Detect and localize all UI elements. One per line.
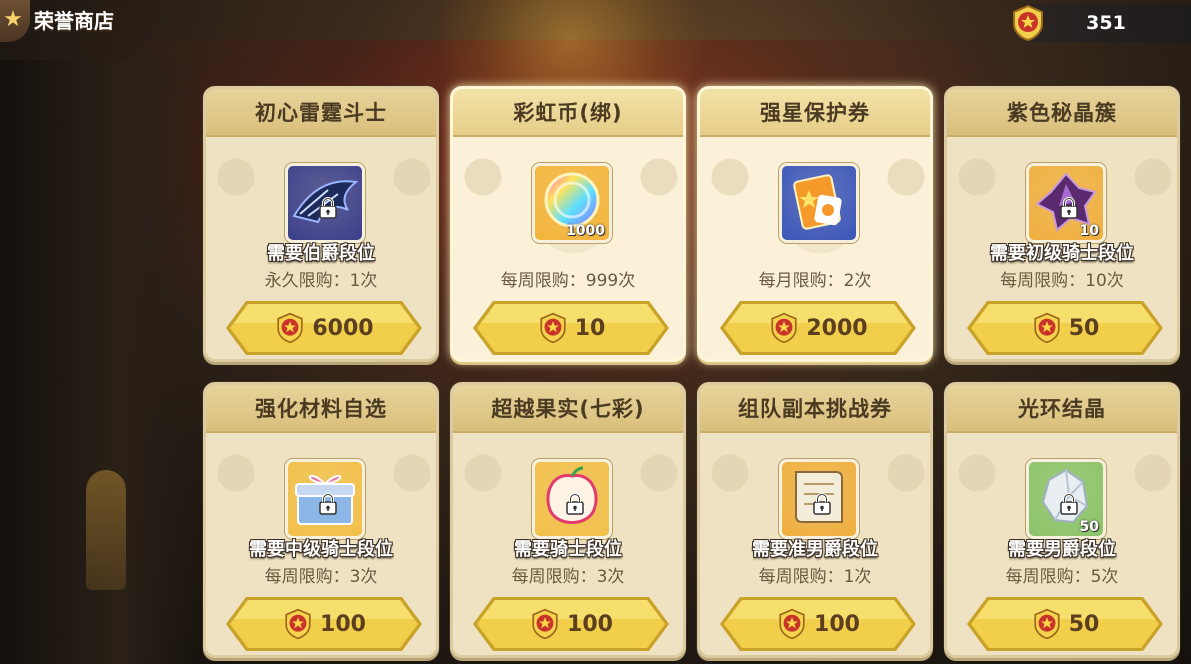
shop-item-purchase-limit: 每月限购：2次 [758,271,872,291]
lock-icon [813,493,831,515]
shop-item-purchase-limit: 每周限购：3次 [511,567,625,587]
star-protect-ticket-icon [793,174,842,230]
shop-item-name: 超越果实(七彩) [491,397,645,421]
shop-item-requirement: 需要伯爵段位 [267,243,375,264]
shop-item-card[interactable]: 组队副本挑战券 需要准男爵段位 每周限购：1次 100 [697,382,933,658]
shop-item-name: 彩虹币(绑) [513,101,623,125]
shop-item-header: 组队副本挑战券 [700,385,930,433]
shop-item-card[interactable]: 超越果实(七彩) 需要骑士段位 每周限购：3次 100 [450,382,686,658]
shop-item-icon-box[interactable]: 50 [1026,459,1106,539]
page-title: 荣誉商店 [34,9,114,33]
shop-item-icon-box[interactable]: 10 [1026,163,1106,243]
shop-item-header: 超越果实(七彩) [453,385,683,433]
honor-medal-icon [540,312,566,344]
shop-item-purchase-limit: 每周限购：999次 [500,271,636,291]
shop-item-card[interactable]: 强化材料自选 需要中级骑士段位 每周限购：3次 100 [203,382,439,658]
shop-item-icon-box[interactable] [532,459,612,539]
shop-item-purchase-limit: 每周限购：3次 [264,567,378,587]
shop-item-icon-box[interactable] [779,163,859,243]
shop-item-icon-box[interactable]: 1000 [532,163,612,243]
honor-medal-icon [277,312,304,344]
buy-button-price: 100 [320,611,366,637]
buy-button-price: 100 [814,611,860,637]
shop-item-header: 紫色秘晶簇 [947,89,1177,137]
honor-medal-icon [779,608,805,640]
honor-medal-icon [1034,608,1060,640]
shop-item-header: 初心雷霆斗士 [206,89,436,137]
shop-item-name: 强星保护券 [760,101,870,125]
shop-item-purchase-limit: 每周限购：5次 [1005,567,1119,587]
shop-item-header: 强化材料自选 [206,385,436,433]
buy-button-price: 10 [574,315,606,341]
lock-icon [1060,493,1078,515]
shop-item-quantity: 1000 [566,223,605,239]
buy-button[interactable]: 100 [718,595,918,653]
shop-item-name: 组队副本挑战券 [738,397,892,421]
currency-amount: 351 [1086,12,1126,34]
shop-item-name: 初心雷霆斗士 [255,101,387,125]
buy-button[interactable]: 100 [471,595,671,653]
shop-item-quantity: 50 [1079,519,1099,535]
shop-item-requirement: 需要骑士段位 [514,539,622,560]
buy-button[interactable]: 10 [471,299,671,357]
shop-item-icon-box[interactable] [285,163,365,243]
shop-item-icon-box[interactable] [779,459,859,539]
shop-item-requirement: 需要男爵段位 [1008,539,1116,560]
shop-item-card[interactable]: 光环结晶 50 需要男爵段位 每周限购：5次 50 [944,382,1180,658]
shop-item-icon-box[interactable] [285,459,365,539]
honor-medal-icon [771,312,798,344]
shop-item-requirement: 需要准男爵段位 [752,539,878,560]
honor-medal-icon [1034,312,1060,344]
shop-item-header: 彩虹币(绑) [453,89,683,137]
shop-item-purchase-limit: 永久限购：1次 [264,271,378,291]
shop-item-card[interactable]: 初心雷霆斗士 需要伯爵段位 永久限购：1次 6000 [203,86,439,362]
shop-item-card[interactable]: 紫色秘晶簇 10 需要初级骑士段位 每周限购：10次 50 [944,86,1180,362]
back-button[interactable]: ★ [0,0,30,42]
buy-button[interactable]: 100 [224,595,424,653]
honor-medal-icon [532,608,558,640]
buy-button-price: 100 [567,611,613,637]
shop-item-card[interactable]: 彩虹币(绑) 1000 每周限购：999次 10 [450,86,686,362]
currency-display: 351 [1013,4,1191,42]
buy-button-price: 2000 [806,315,868,341]
lock-icon [1060,197,1078,219]
buy-button[interactable]: 2000 [718,299,918,357]
shop-item-requirement: 需要初级骑士段位 [990,243,1134,264]
shop-item-quantity: 10 [1079,223,1099,239]
buy-button[interactable]: 50 [965,595,1165,653]
shop-item-purchase-limit: 每周限购：10次 [1000,271,1124,291]
shop-item-requirement: 需要中级骑士段位 [249,539,393,560]
buy-button-price: 6000 [312,315,374,341]
shop-item-name: 光环结晶 [1018,397,1106,421]
shop-item-card[interactable]: 强星保护券 每月限购：2次 2000 [697,86,933,362]
shop-item-name: 紫色秘晶簇 [1007,101,1117,125]
lock-icon [319,493,337,515]
top-bar: ★ 荣誉商店 [0,0,300,42]
shop-item-header: 光环结晶 [947,385,1177,433]
star-back-icon: ★ [3,6,23,32]
honor-medal-icon [285,608,311,640]
shop-item-purchase-limit: 每周限购：1次 [758,567,872,587]
buy-button[interactable]: 50 [965,299,1165,357]
buy-button[interactable]: 6000 [224,299,424,357]
lock-icon [566,493,584,515]
background-lamp [86,470,126,590]
buy-button-price: 50 [1068,315,1100,341]
shop-item-name: 强化材料自选 [255,397,387,421]
shop-grid: 初心雷霆斗士 需要伯爵段位 永久限购：1次 6000 彩虹币(绑) 1000 每… [203,86,1180,658]
lock-icon [319,197,337,219]
shop-item-header: 强星保护券 [700,89,930,137]
buy-button-price: 50 [1068,611,1100,637]
